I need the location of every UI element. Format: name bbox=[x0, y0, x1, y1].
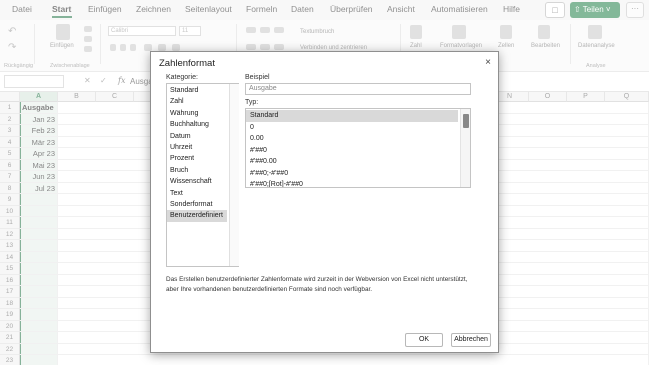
type-scrollbar[interactable] bbox=[460, 109, 470, 187]
category-item[interactable]: Standard bbox=[167, 85, 227, 96]
type-item[interactable]: #'##0;[Rot]-#'##0 bbox=[246, 179, 458, 187]
category-item[interactable]: Text bbox=[167, 188, 227, 199]
sample-label: Beispiel bbox=[245, 74, 270, 81]
info-message: Das Erstellen benutzerdefinierter Zahlen… bbox=[166, 276, 468, 293]
category-item[interactable]: Währung bbox=[167, 108, 227, 119]
category-item[interactable]: Sonderformat bbox=[167, 199, 227, 210]
category-list[interactable]: Standard Zahl Währung Buchhaltung Datum Uhrze… bbox=[166, 83, 239, 267]
category-item[interactable]: Bruch bbox=[167, 165, 227, 176]
category-item[interactable]: Wissenschaft bbox=[167, 176, 227, 187]
type-item[interactable]: 0 bbox=[246, 122, 458, 134]
category-item[interactable]: Benutzerdefiniert bbox=[167, 210, 227, 222]
type-label: Typ: bbox=[245, 99, 259, 106]
cancel-button[interactable]: Abbrechen bbox=[451, 333, 491, 347]
ok-button[interactable]: OK bbox=[405, 333, 443, 347]
type-item[interactable]: 0.00 bbox=[246, 133, 458, 145]
dialog-title: Zahlenformat bbox=[159, 58, 215, 69]
type-item[interactable]: #'##0.00 bbox=[246, 156, 458, 168]
category-item[interactable]: Datum bbox=[167, 131, 227, 142]
scrollbar-thumb[interactable] bbox=[463, 114, 469, 128]
number-format-dialog: Zahlenformat × Kategorie: Standard Zahl Wä… bbox=[150, 51, 499, 353]
category-label: Kategorie: bbox=[166, 74, 198, 81]
type-item[interactable]: Standard bbox=[246, 110, 458, 122]
category-item[interactable]: Uhrzeit bbox=[167, 142, 227, 153]
category-item[interactable]: Buchhaltung bbox=[167, 119, 227, 130]
type-item[interactable]: #'##0 bbox=[246, 145, 458, 157]
close-icon[interactable]: × bbox=[481, 56, 495, 70]
category-item[interactable]: Zahl bbox=[167, 96, 227, 107]
type-list[interactable]: Standard 0 0.00 #'##0 #'##0.00 #'##0;-#'##0 #'… bbox=[245, 108, 471, 188]
type-item[interactable]: #'##0;-#'##0 bbox=[246, 168, 458, 180]
category-scrollbar[interactable] bbox=[229, 84, 239, 266]
sample-field: Ausgabe bbox=[245, 83, 471, 95]
category-item[interactable]: Prozent bbox=[167, 153, 227, 164]
